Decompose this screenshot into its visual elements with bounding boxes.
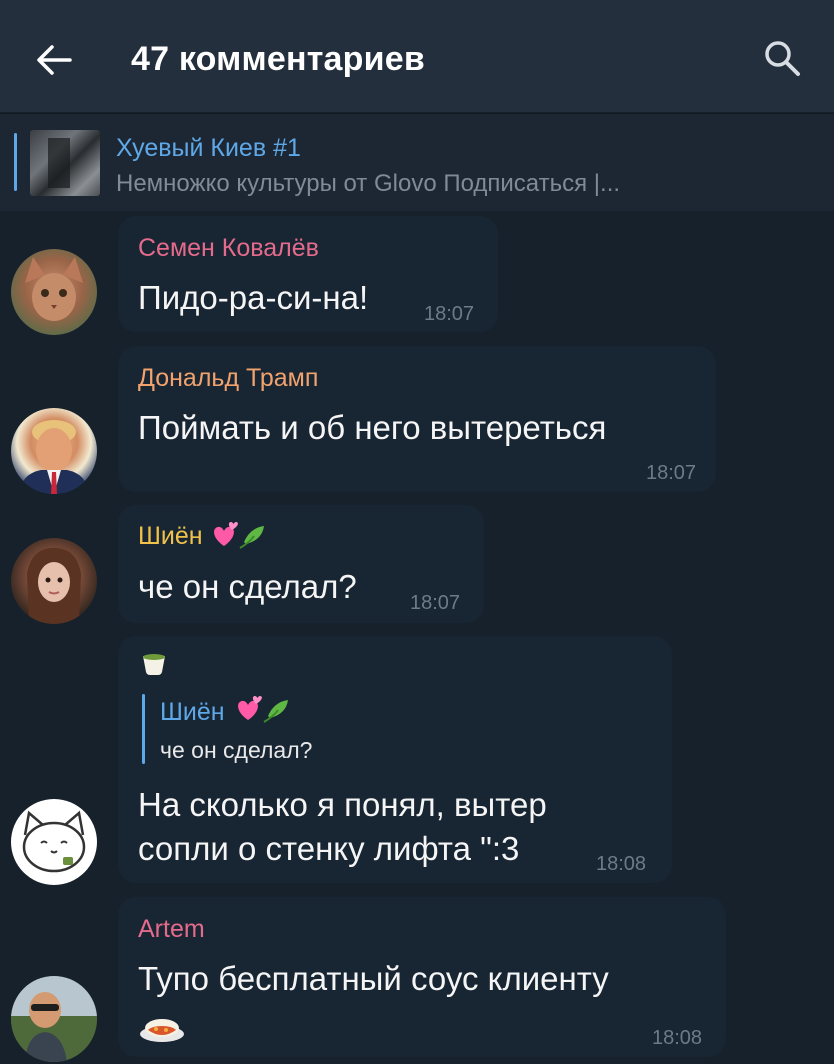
avatar-semen[interactable]	[11, 249, 97, 335]
pinned-accent-bar	[14, 133, 17, 191]
food-plate-emoji-icon	[140, 1019, 184, 1042]
heart-leaf-emojis-icon	[214, 522, 264, 549]
tea-cup-emoji-icon	[143, 654, 165, 675]
avatar-cartoon-cat[interactable]	[11, 799, 97, 885]
message-time: 18:08	[652, 1027, 703, 1049]
message-text: Тупо бесплатный соус клиенту	[138, 960, 609, 997]
pinned-post-subtitle: Немножко культуры от Glovo Подписаться |…	[116, 170, 621, 197]
message-time: 18:07	[646, 462, 697, 484]
message-author[interactable]: Дональд Трамп	[138, 364, 318, 393]
pinned-post-title: Хуевый Киев #1	[116, 134, 301, 162]
back-button[interactable]	[30, 38, 78, 82]
back-arrow-icon	[37, 45, 72, 75]
man-selfie-photo-icon	[11, 976, 97, 1062]
avatar-donald[interactable]	[11, 408, 97, 494]
avatar-shien[interactable]	[11, 538, 97, 624]
reply-author[interactable]: Шиён	[160, 698, 225, 727]
page-title: 47 комментариев	[131, 40, 425, 78]
message-text: Пидо-ра-си-на!	[138, 279, 369, 316]
cat-photo-icon	[25, 257, 83, 321]
message-author[interactable]: Шиён	[138, 522, 203, 551]
search-button[interactable]	[758, 34, 806, 82]
cartoon-cat-icon	[22, 810, 86, 873]
message-text: Поймать и об него вытереться	[138, 409, 607, 446]
message-author[interactable]: Семен Ковалёв	[138, 234, 319, 263]
girl-photo-icon	[27, 548, 81, 624]
pinned-thumbnail	[30, 130, 100, 196]
message-author[interactable]: Artem	[138, 915, 205, 944]
message-time: 18:07	[424, 303, 475, 325]
reply-quote-bar	[142, 694, 145, 764]
message-time: 18:08	[596, 853, 647, 875]
heart-leaf-emojis-icon	[238, 696, 288, 723]
reply-text: че он сделал?	[160, 737, 313, 763]
avatar-artem[interactable]	[11, 976, 97, 1062]
search-icon	[765, 41, 800, 76]
message-time: 18:07	[410, 592, 461, 614]
man-photo-icon	[19, 420, 89, 494]
message-text: че он сделал?	[138, 568, 357, 605]
message-text-line1: На сколько я понял, вытер	[138, 786, 547, 823]
top-bar: 47 комментариев	[0, 0, 834, 112]
message-text-line2: сопли о стенку лифта ":3	[138, 830, 520, 867]
